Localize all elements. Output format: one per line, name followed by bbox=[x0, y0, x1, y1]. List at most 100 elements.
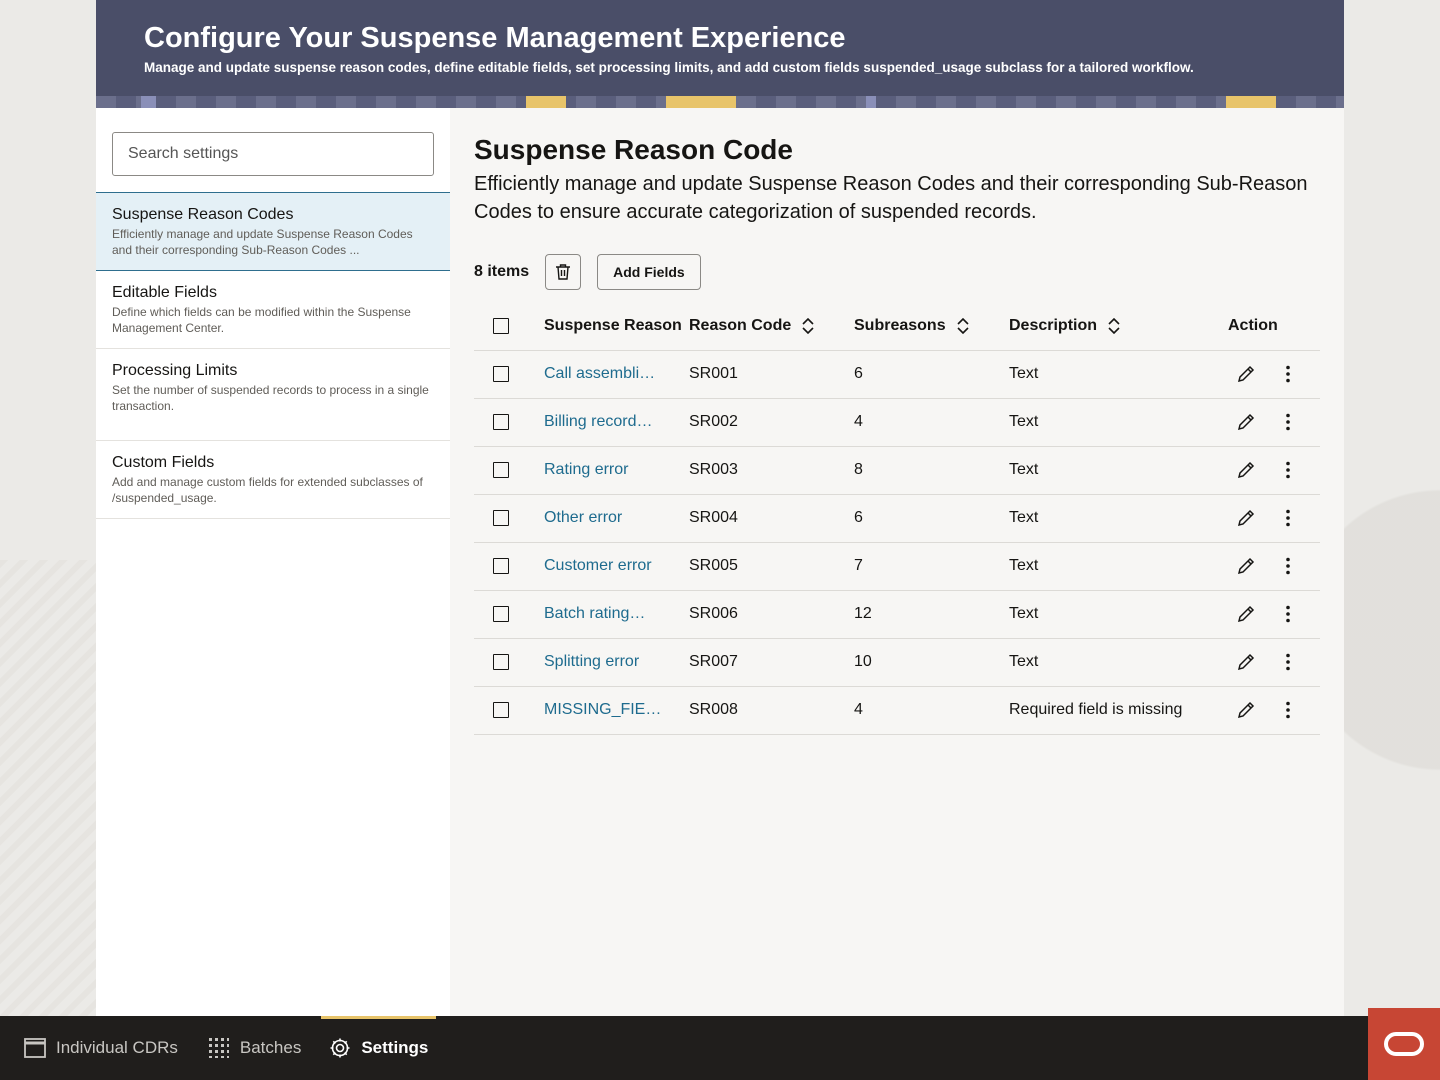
delete-button[interactable] bbox=[545, 254, 582, 290]
action-cell bbox=[1228, 638, 1320, 687]
sort-icon[interactable] bbox=[1107, 317, 1121, 334]
sidebar-item-title: Editable Fields bbox=[112, 284, 217, 301]
column-header-subreasons[interactable]: Subreasons bbox=[854, 302, 1009, 351]
action-cell bbox=[1228, 686, 1320, 735]
row-select-cell bbox=[474, 686, 544, 735]
reason-link[interactable]: Billing record… bbox=[544, 413, 652, 430]
more-options-icon[interactable] bbox=[1278, 412, 1298, 432]
reason-link[interactable]: Customer error bbox=[544, 557, 652, 574]
edit-icon[interactable] bbox=[1236, 412, 1256, 432]
background-pattern-right bbox=[1344, 420, 1440, 840]
reason-link[interactable]: Call assembli… bbox=[544, 365, 655, 382]
items-count: 8 items bbox=[474, 263, 530, 280]
reason-link[interactable]: Other error bbox=[544, 509, 622, 526]
edit-icon[interactable] bbox=[1236, 508, 1256, 528]
sidebar-item-title: Processing Limits bbox=[112, 362, 238, 379]
column-header-description[interactable]: Description bbox=[1009, 302, 1228, 351]
row-select-cell bbox=[474, 398, 544, 447]
table-body: Call assembli… SR001 6 Text Billing reco… bbox=[474, 350, 1320, 735]
tab-batches[interactable]: Batches bbox=[200, 1016, 309, 1080]
reason-link[interactable]: Rating error bbox=[544, 461, 628, 478]
reason-code-table: Suspense Reason Reason Code Subreasons D… bbox=[474, 302, 1320, 735]
code-cell: SR008 bbox=[689, 686, 854, 735]
sidebar-item-desc: Define which fields can be modified with… bbox=[112, 305, 411, 335]
code-cell: SR007 bbox=[689, 638, 854, 687]
more-options-icon[interactable] bbox=[1278, 508, 1298, 528]
description-cell: Text bbox=[1009, 494, 1228, 543]
sidebar-item-editable-fields[interactable]: Editable Fields Define which fields can … bbox=[96, 271, 450, 349]
row-select-cell bbox=[474, 350, 544, 399]
trash-icon bbox=[556, 264, 571, 280]
add-fields-button[interactable]: Add Fields bbox=[597, 254, 701, 290]
more-options-icon[interactable] bbox=[1278, 556, 1298, 576]
settings-sidebar: Search settings Suspense Reason Codes Ef… bbox=[96, 108, 450, 1016]
main-content: Suspense Reason Code Efficiently manage … bbox=[450, 108, 1344, 1016]
reason-link[interactable]: MISSING_FIE… bbox=[544, 701, 661, 718]
sidebar-item-suspense-reason-codes[interactable]: Suspense Reason Codes Efficiently manage… bbox=[96, 192, 450, 271]
tab-settings[interactable]: Settings bbox=[321, 1016, 437, 1080]
more-options-icon[interactable] bbox=[1278, 364, 1298, 384]
page-title: Suspense Reason Code bbox=[474, 134, 793, 165]
row-checkbox[interactable] bbox=[493, 462, 509, 478]
table-header-row: Suspense Reason Reason Code Subreasons D… bbox=[474, 302, 1320, 351]
column-header-label: Description bbox=[1009, 316, 1098, 334]
reason-link[interactable]: Batch rating… bbox=[544, 605, 645, 622]
edit-icon[interactable] bbox=[1236, 652, 1256, 672]
description-cell: Text bbox=[1009, 542, 1228, 591]
action-cell bbox=[1228, 590, 1320, 639]
reason-cell: Other error bbox=[544, 494, 689, 543]
column-header-reason: Suspense Reason bbox=[544, 302, 689, 351]
more-options-icon[interactable] bbox=[1278, 460, 1298, 480]
table-row: Customer error SR005 7 Text bbox=[474, 542, 1320, 591]
edit-icon[interactable] bbox=[1236, 364, 1256, 384]
reason-cell: MISSING_FIE… bbox=[544, 686, 689, 735]
edit-icon[interactable] bbox=[1236, 700, 1256, 720]
page-description: Efficiently manage and update Suspense R… bbox=[474, 173, 1308, 223]
action-cell bbox=[1228, 446, 1320, 495]
search-input[interactable]: Search settings bbox=[112, 132, 434, 176]
sidebar-item-processing-limits[interactable]: Processing Limits Set the number of susp… bbox=[96, 349, 450, 441]
description-cell: Text bbox=[1009, 350, 1228, 399]
oracle-logo[interactable] bbox=[1368, 1008, 1440, 1080]
more-options-icon[interactable] bbox=[1278, 604, 1298, 624]
row-checkbox[interactable] bbox=[493, 558, 509, 574]
subreasons-cell: 7 bbox=[854, 542, 1009, 591]
column-header-code[interactable]: Reason Code bbox=[689, 302, 854, 351]
edit-icon[interactable] bbox=[1236, 556, 1256, 576]
row-checkbox[interactable] bbox=[493, 702, 509, 718]
subreasons-cell: 4 bbox=[854, 686, 1009, 735]
row-checkbox[interactable] bbox=[493, 510, 509, 526]
column-header-label: Action bbox=[1228, 316, 1278, 334]
table-row: Call assembli… SR001 6 Text bbox=[474, 350, 1320, 399]
table-row: Splitting error SR007 10 Text bbox=[474, 638, 1320, 687]
table-row: Batch rating… SR006 12 Text bbox=[474, 590, 1320, 639]
tab-individual-cdrs[interactable]: Individual CDRs bbox=[16, 1016, 186, 1080]
row-checkbox[interactable] bbox=[493, 366, 509, 382]
sidebar-item-desc: Add and manage custom fields for extende… bbox=[112, 475, 423, 505]
table-toolbar: 8 items Add Fields bbox=[474, 254, 1320, 290]
subreasons-cell: 12 bbox=[854, 590, 1009, 639]
row-checkbox[interactable] bbox=[493, 606, 509, 622]
reason-link[interactable]: Splitting error bbox=[544, 653, 639, 670]
sort-icon[interactable] bbox=[956, 317, 970, 334]
reason-cell: Splitting error bbox=[544, 638, 689, 687]
code-cell: SR003 bbox=[689, 446, 854, 495]
select-all-checkbox[interactable] bbox=[493, 317, 509, 334]
header-banner: Configure Your Suspense Management Exper… bbox=[96, 0, 1344, 108]
app-container: Configure Your Suspense Management Exper… bbox=[96, 0, 1344, 1016]
more-options-icon[interactable] bbox=[1278, 652, 1298, 672]
more-options-icon[interactable] bbox=[1278, 700, 1298, 720]
edit-icon[interactable] bbox=[1236, 604, 1256, 624]
action-cell bbox=[1228, 494, 1320, 543]
column-header-label: Reason Code bbox=[689, 316, 792, 334]
table-row: Billing record… SR002 4 Text bbox=[474, 398, 1320, 447]
reason-cell: Customer error bbox=[544, 542, 689, 591]
sidebar-item-custom-fields[interactable]: Custom Fields Add and manage custom fiel… bbox=[96, 441, 450, 519]
table-row: MISSING_FIE… SR008 4 Required field is m… bbox=[474, 686, 1320, 735]
sort-icon[interactable] bbox=[801, 317, 815, 334]
gear-icon bbox=[329, 1037, 351, 1059]
row-checkbox[interactable] bbox=[493, 414, 509, 430]
subreasons-cell: 8 bbox=[854, 446, 1009, 495]
row-checkbox[interactable] bbox=[493, 654, 509, 670]
edit-icon[interactable] bbox=[1236, 460, 1256, 480]
